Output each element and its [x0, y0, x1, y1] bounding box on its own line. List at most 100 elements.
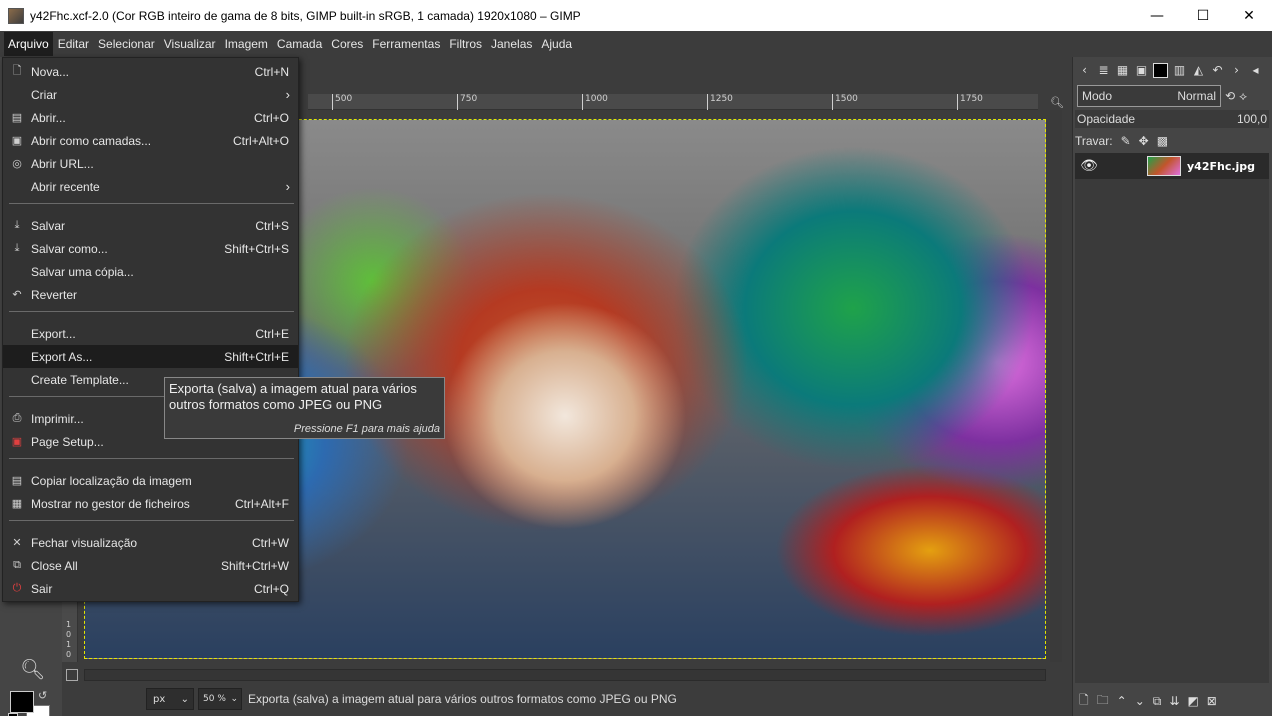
- zoom-tool-icon[interactable]: 🔍︎: [20, 657, 45, 681]
- new-layer-icon[interactable]: 🗋: [1079, 691, 1089, 712]
- layer-row[interactable]: 👁︎ y42Fhc.jpg: [1075, 153, 1269, 179]
- menu-item-fechar-visualizacao[interactable]: ✕ Fechar visualização Ctrl+W: [3, 531, 298, 554]
- menu-arquivo[interactable]: Arquivo: [4, 32, 53, 56]
- colors-tab-icon[interactable]: [1153, 62, 1168, 78]
- lower-layer-icon[interactable]: ⌄: [1135, 694, 1145, 708]
- menu-item-abrir-url[interactable]: ◎ Abrir URL...: [3, 152, 298, 175]
- horizontal-scrollbar[interactable]: [84, 669, 1046, 681]
- menu-item-mostrar-gestor[interactable]: ▦ Mostrar no gestor de ficheiros Ctrl+Al…: [3, 492, 298, 515]
- file-menu: 🗋 Nova... Ctrl+N Criar › ▤ Abrir... Ctrl…: [2, 57, 299, 602]
- menu-item-export-as[interactable]: Export As... Shift+Ctrl+E: [3, 345, 298, 368]
- menu-item-criar[interactable]: Criar ›: [3, 83, 298, 106]
- menu-item-abrir[interactable]: ▤ Abrir... Ctrl+O: [3, 106, 298, 129]
- menu-separator: [9, 203, 294, 204]
- undo-tab-icon[interactable]: ↶: [1210, 63, 1225, 78]
- merge-down-icon[interactable]: ⇊: [1169, 694, 1179, 708]
- menu-filtros[interactable]: Filtros: [445, 32, 486, 56]
- layer-thumbnail: [1147, 156, 1181, 176]
- ruler-tick: 1: [66, 620, 72, 629]
- ruler-tick: 1: [66, 640, 72, 649]
- menu-item-label: Export As...: [31, 349, 93, 364]
- chevron-down-icon: ⌄: [230, 694, 238, 704]
- reset-mode-icon[interactable]: ⟲: [1225, 89, 1235, 103]
- chevron-down-icon: ⌄: [180, 693, 189, 705]
- menu-selecionar[interactable]: Selecionar: [94, 32, 159, 56]
- menu-item-copiar-localizacao[interactable]: ▤ Copiar localização da imagem: [3, 469, 298, 492]
- duplicate-layer-icon[interactable]: ⧉: [1153, 694, 1162, 709]
- foreground-color-swatch[interactable]: [10, 691, 34, 713]
- menu-item-label: Abrir...: [31, 110, 66, 125]
- maximize-button[interactable]: ☐: [1180, 0, 1226, 31]
- ruler-tick: 1500: [832, 94, 858, 110]
- menu-item-label: Sair: [31, 581, 53, 596]
- menu-item-accel: Ctrl+N: [254, 64, 289, 79]
- menu-item-sair[interactable]: ⏻ Sair Ctrl+Q: [3, 577, 298, 600]
- menu-camada[interactable]: Camada: [273, 32, 326, 56]
- opacity-value[interactable]: 100,0: [1237, 112, 1267, 126]
- opacity-slider[interactable]: Opacidade 100,0: [1075, 110, 1269, 128]
- raise-layer-icon[interactable]: ⌃: [1117, 694, 1127, 708]
- scroll-left-icon[interactable]: ‹: [1077, 63, 1092, 78]
- menu-item-accel: Shift+Ctrl+E: [224, 349, 289, 364]
- menu-visualizar[interactable]: Visualizar: [160, 32, 220, 56]
- delete-layer-icon[interactable]: ⊠: [1207, 694, 1217, 708]
- menu-item-label: Close All: [31, 558, 78, 573]
- close-button[interactable]: ✕: [1226, 0, 1272, 31]
- vertical-scrollbar[interactable]: [1050, 110, 1062, 662]
- layer-mask-icon[interactable]: ◩: [1187, 694, 1198, 708]
- histogram-tab-icon[interactable]: ◭: [1191, 63, 1206, 78]
- scroll-right-icon[interactable]: ›: [1229, 63, 1244, 78]
- close-view-icon: ✕: [12, 537, 22, 549]
- menu-item-abrir-camadas[interactable]: ▣ Abrir como camadas... Ctrl+Alt+O: [3, 129, 298, 152]
- new-layer-group-icon[interactable]: 🗀: [1097, 691, 1109, 712]
- menu-janelas[interactable]: Janelas: [487, 32, 536, 56]
- lock-pixels-icon[interactable]: ✎: [1121, 134, 1131, 148]
- menu-ajuda[interactable]: Ajuda: [537, 32, 576, 56]
- menu-item-salvar-copia[interactable]: Salvar uma cópia...: [3, 260, 298, 283]
- menu-item-label: Abrir URL...: [31, 156, 94, 171]
- zoom-image-icon[interactable]: 🔍︎: [1050, 96, 1064, 109]
- menu-cores[interactable]: Cores: [327, 32, 367, 56]
- mode-row: Modo Normal ⟲ ⟡: [1077, 85, 1269, 107]
- lock-alpha-icon[interactable]: ▩: [1157, 134, 1168, 148]
- channels-tab-icon[interactable]: ▦: [1115, 63, 1130, 78]
- layer-name[interactable]: y42Fhc.jpg: [1187, 160, 1255, 173]
- menu-item-label: Export...: [31, 326, 76, 341]
- paths-tab-icon[interactable]: ▣: [1134, 63, 1149, 78]
- menu-bar: Arquivo Editar Selecionar Visualizar Ima…: [0, 31, 1272, 57]
- menu-item-close-all[interactable]: ⧉ Close All Shift+Ctrl+W: [3, 554, 298, 577]
- menu-item-salvar-como[interactable]: ⤓ Salvar como... Shift+Ctrl+S: [3, 237, 298, 260]
- mode-select[interactable]: Modo Normal: [1077, 85, 1221, 107]
- zoom-select[interactable]: 50 % ⌄: [198, 688, 242, 710]
- menu-item-abrir-recente[interactable]: Abrir recente ›: [3, 175, 298, 198]
- menu-item-accel: Shift+Ctrl+S: [224, 241, 289, 256]
- menu-item-nova[interactable]: 🗋 Nova... Ctrl+N: [3, 60, 298, 83]
- menu-item-reverter[interactable]: ↶ Reverter: [3, 283, 298, 306]
- menu-item-export[interactable]: Export... Ctrl+E: [3, 322, 298, 345]
- menu-item-label: Mostrar no gestor de ficheiros: [31, 496, 190, 511]
- menu-item-accel: Ctrl+E: [255, 326, 289, 341]
- close-all-icon: ⧉: [13, 559, 21, 571]
- horizontal-ruler[interactable]: 500 750 1000 1250 1500 1750: [308, 94, 1038, 110]
- ruler-tick: 500: [332, 94, 352, 110]
- menu-editar[interactable]: Editar: [54, 32, 93, 56]
- minimize-button[interactable]: —: [1134, 0, 1180, 31]
- lock-position-icon[interactable]: ✥: [1139, 134, 1149, 148]
- swap-colors-icon[interactable]: ↺: [38, 689, 47, 702]
- ruler-tick: 1250: [707, 94, 733, 110]
- dock-menu-icon[interactable]: ◂: [1248, 63, 1263, 78]
- brushes-tab-icon[interactable]: ▥: [1172, 63, 1187, 78]
- navigate-icon[interactable]: [66, 669, 78, 681]
- layer-list: 👁︎ y42Fhc.jpg: [1075, 153, 1269, 683]
- menu-separator: [9, 311, 294, 312]
- menu-imagem[interactable]: Imagem: [221, 32, 272, 56]
- layers-tab-icon[interactable]: ≣: [1096, 63, 1111, 78]
- composite-icon[interactable]: ⟡: [1239, 89, 1247, 104]
- menu-item-accel: Ctrl+Q: [253, 581, 289, 596]
- menu-item-salvar[interactable]: ⤓ Salvar Ctrl+S: [3, 214, 298, 237]
- unit-select[interactable]: px ⌄: [146, 688, 194, 710]
- menu-item-accel: Ctrl+W: [252, 535, 289, 550]
- visibility-eye-icon[interactable]: 👁︎: [1075, 158, 1103, 174]
- menu-item-label: Reverter: [31, 287, 78, 302]
- menu-ferramentas[interactable]: Ferramentas: [368, 32, 444, 56]
